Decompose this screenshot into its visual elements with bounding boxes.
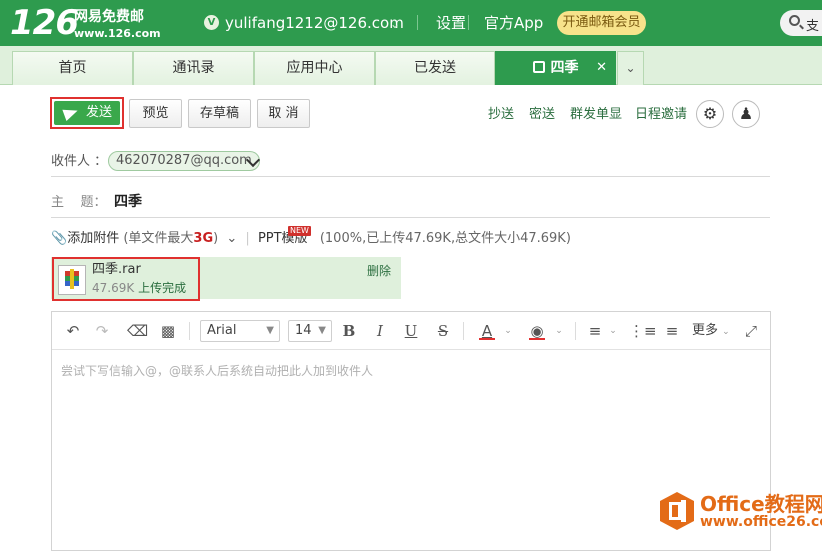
settings-link[interactable]: 设置 (436, 13, 466, 33)
search-icon (789, 15, 800, 26)
gear-icon[interactable]: ⚙ (696, 100, 724, 128)
tab-sent[interactable]: 已发送 (375, 51, 495, 85)
chevron-down-icon[interactable]: ⌄ (498, 322, 518, 340)
official-app-link[interactable]: 官方App (484, 13, 543, 33)
vip-badge-icon: V (204, 15, 219, 30)
cancel-button[interactable]: 取 消 (257, 99, 310, 128)
toolbar-divider (575, 322, 576, 340)
search-box[interactable]: 支 (780, 10, 822, 36)
strikethrough-icon[interactable]: S (433, 322, 453, 340)
align-icon[interactable]: ≡ (585, 322, 605, 340)
font-size-select[interactable]: 14 ▼ (288, 320, 332, 342)
chevron-down-icon: ▼ (266, 325, 274, 336)
chevron-down-icon[interactable]: ⌄ (603, 322, 623, 340)
add-contact-icon[interactable]: ♟ (732, 100, 760, 128)
divider (51, 217, 770, 218)
more-button[interactable]: 更多 ⌄ (692, 322, 730, 341)
attachment-row: 📎添加附件 (单文件最大3G) ⌄ | PPT模版 (100%,已上传47.69… (51, 230, 571, 248)
tab-bar: 首页 通讯录 应用中心 已发送 四季 ✕ ⌄ (0, 46, 822, 85)
undo-icon[interactable]: ↶ (63, 322, 83, 340)
watermark-title: Office教程网 (700, 492, 822, 516)
editor-toolbar: ↶ ↷ ⌫ ▩ Arial ▼ 14 ▼ B I U S A ⌄ ◉ ⌄ ≡ ⌄ ⋮… (52, 312, 770, 350)
delete-file-link[interactable]: 删除 (367, 263, 391, 279)
upload-summary: (100%,已上传47.69K,总文件大小47.69K) (319, 231, 571, 246)
toolbar-divider (463, 322, 464, 340)
fullscreen-icon[interactable]: ⤢ (741, 322, 761, 340)
vip-upgrade-button[interactable]: 开通邮箱会员 (557, 11, 646, 35)
header-divider (417, 15, 418, 30)
highlight-color-icon[interactable]: ◉ (527, 322, 547, 340)
bold-icon[interactable]: B (339, 322, 359, 340)
underline-icon[interactable]: U (401, 322, 421, 340)
logo-name[interactable]: 网易免费邮 (74, 8, 144, 26)
font-color-icon[interactable]: A (477, 322, 497, 340)
cc-link[interactable]: 抄送 (488, 107, 514, 123)
tab-label: 四季 (550, 60, 579, 76)
close-icon[interactable]: ✕ (596, 52, 607, 84)
add-attachment-link[interactable]: 添加附件 (67, 231, 119, 246)
divider: | (245, 231, 250, 246)
file-name: 四季.rar (92, 262, 141, 277)
search-label: 支 (806, 19, 820, 34)
send-label: 发送 (86, 105, 113, 120)
recipient-label: 收件人 ： (51, 154, 108, 169)
paperclip-icon: 📎 (51, 231, 68, 246)
chevron-down-icon[interactable]: ⌄ (390, 14, 400, 34)
editor-placeholder: 尝试下写信输入@，@联系人后系统自动把此人加到收件人 (61, 364, 374, 378)
file-status: 47.69K 上传完成 (92, 281, 187, 295)
tab-compose-active[interactable]: 四季 ✕ (495, 51, 616, 85)
recipient-address: 462070287@qq.com (116, 153, 252, 168)
recipient-chip[interactable]: 462070287@qq.com (108, 151, 261, 171)
send-button[interactable]: 发送 (54, 101, 120, 125)
redo-icon[interactable]: ↷ (92, 322, 112, 340)
chevron-down-icon[interactable]: ⌄ (226, 231, 237, 246)
tab-home[interactable]: 首页 (12, 51, 133, 85)
format-painter-icon[interactable]: ▩ (158, 322, 178, 340)
tab-app-center[interactable]: 应用中心 (254, 51, 375, 85)
schedule-invite-link[interactable]: 日程邀请 (635, 107, 687, 123)
divider (51, 176, 770, 177)
chevron-down-icon[interactable]: ⌄ (549, 322, 569, 340)
paper-plane-icon (62, 104, 80, 122)
account-name[interactable]: yulifang1212@126.com (225, 13, 404, 33)
preview-button[interactable]: 预览 (129, 99, 182, 128)
bcc-link[interactable]: 密送 (529, 107, 555, 123)
chevron-down-icon: ▼ (318, 325, 326, 336)
logo-number[interactable]: 126 (10, 4, 79, 42)
office-logo-icon (660, 492, 694, 530)
subject-label: 主 题： (51, 195, 107, 210)
edit-icon (532, 61, 545, 73)
new-badge: NEW (288, 226, 311, 236)
logo-url: www.126.com (74, 27, 161, 40)
font-family-select[interactable]: Arial ▼ (200, 320, 280, 342)
header-divider (468, 15, 469, 30)
attachment-limit: (单文件最大3G) (123, 231, 219, 246)
eraser-icon[interactable]: ⌫ (127, 322, 148, 340)
subject-input[interactable]: 四季 (114, 192, 142, 212)
top-header: 126 网易免费邮 www.126.com V yulifang1212@126… (0, 0, 822, 46)
toolbar-divider (189, 322, 190, 340)
tab-contacts[interactable]: 通讯录 (133, 51, 254, 85)
italic-icon[interactable]: I (370, 322, 390, 340)
save-draft-button[interactable]: 存草稿 (188, 99, 251, 128)
bullet-list-icon[interactable]: ⋮≡ (629, 322, 657, 340)
watermark-url: www.office26.com (700, 514, 822, 530)
tab-more-chevron-icon[interactable]: ⌄ (617, 51, 644, 85)
numbered-list-icon[interactable]: ≡ (662, 322, 682, 340)
group-single-link[interactable]: 群发单显 (570, 107, 622, 123)
rar-file-icon (58, 265, 86, 295)
